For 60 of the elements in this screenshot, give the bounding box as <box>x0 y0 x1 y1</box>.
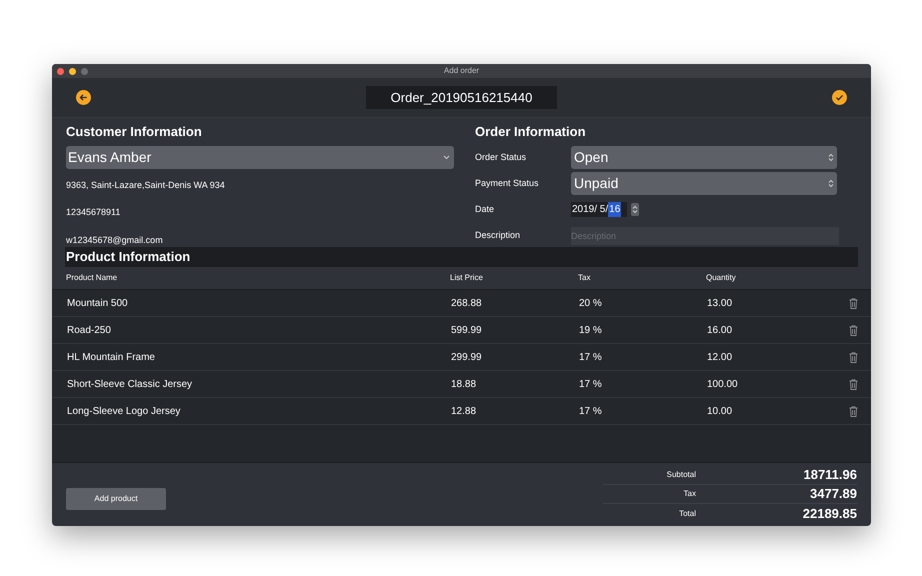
table-cell-text: 299.99 <box>451 350 483 364</box>
table-cell-text: 20 % <box>579 296 603 310</box>
status-select[interactable]: Unpaid <box>571 172 837 195</box>
table-cell-text: 10.00 <box>707 404 734 418</box>
table-cell-text: 12.00 <box>707 350 734 364</box>
field-label: Payment Status <box>475 176 540 190</box>
total-label: Total <box>678 508 696 520</box>
field-label: Description <box>475 228 522 242</box>
table-cell-text: Short-Sleeve Classic Jersey <box>67 378 194 392</box>
table-cell-text: 16.00 <box>707 324 734 338</box>
minimize-icon[interactable] <box>69 68 76 74</box>
customer-email: w12345678@gmail.com <box>66 234 164 247</box>
window-title: Add order <box>444 65 480 77</box>
table-cell-text: 18.88 <box>451 378 478 392</box>
total-label: Subtotal <box>666 469 696 481</box>
table-cell-text: 12.88 <box>451 404 478 418</box>
stepper-icon <box>828 179 834 188</box>
column-header: Quantity <box>706 272 737 284</box>
section-heading: Product Information <box>65 247 858 267</box>
date-field[interactable]: 2019/ 5/16 <box>571 202 627 217</box>
order-name: Order_20190516215440 <box>366 86 558 110</box>
section-heading: Customer Information <box>66 123 203 142</box>
close-icon[interactable] <box>57 68 64 74</box>
stepper-icon <box>828 153 834 162</box>
customer-phone: 12345678911 <box>66 206 122 219</box>
table-cell-text: 100.00 <box>707 378 739 392</box>
total-value: 22189.85 <box>802 504 857 523</box>
trash-icon[interactable] <box>849 378 858 390</box>
customer-address: 9363, Saint-Lazare,Saint-Denis WA 934 <box>66 178 226 192</box>
checkmark-icon[interactable] <box>832 90 847 105</box>
table-cell-text: 599.99 <box>451 324 483 338</box>
add-product-button[interactable]: Add product <box>66 488 166 510</box>
total-value: 3477.89 <box>810 485 857 504</box>
table-cell-text: HL Mountain Frame <box>67 350 156 364</box>
table-cell-text: 268.88 <box>451 296 483 310</box>
stepper-icon <box>632 205 638 214</box>
field-label: Order Status <box>475 150 528 164</box>
trash-icon[interactable] <box>849 406 858 416</box>
trash-icon[interactable] <box>849 298 858 308</box>
table-cell-text: 13.00 <box>707 296 734 310</box>
table-cell-text: 17 % <box>579 350 603 364</box>
field-label: Date <box>475 202 496 216</box>
column-header: List Price <box>450 272 484 284</box>
chevron-down-icon <box>443 154 450 160</box>
table-cell-text: 17 % <box>579 378 603 392</box>
total-value: 18711.96 <box>803 466 857 484</box>
column-header: Tax <box>578 272 592 284</box>
table-cell-text: Road-250 <box>67 324 112 338</box>
date-stepper[interactable] <box>631 203 639 216</box>
table-cell-text: 17 % <box>579 404 603 418</box>
total-label: Tax <box>682 488 696 500</box>
customer-select[interactable]: Evans Amber <box>66 146 454 168</box>
table-cell-text: Mountain 500 <box>67 296 129 310</box>
column-header: Product Name <box>66 272 118 284</box>
table-cell-text: 19 % <box>579 324 603 338</box>
table-cell-text: Long-Sleeve Logo Jersey <box>67 404 182 418</box>
trash-icon[interactable] <box>849 352 858 362</box>
status-select[interactable]: Open <box>571 146 837 169</box>
trash-icon[interactable] <box>849 324 858 336</box>
section-heading: Order Information <box>475 123 587 142</box>
